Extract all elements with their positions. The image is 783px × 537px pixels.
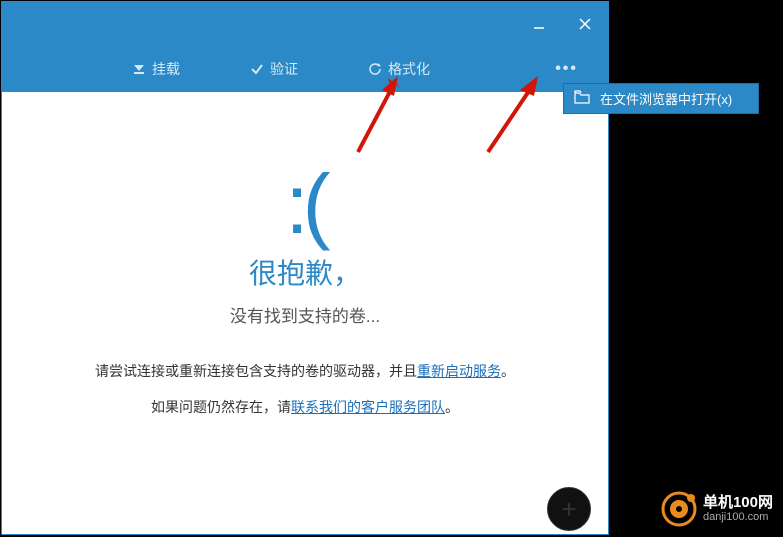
toolbar: 挂载 验证 格式化 ••• [2,46,608,92]
verify-button[interactable]: 验证 [250,59,298,79]
content-area: :( 很抱歉， 没有找到支持的卷... 请尝试连接或重新连接包含支持的卷的驱动器… [2,92,608,417]
sad-face-icon: :( [2,162,608,246]
more-dropdown-menu: 在文件浏览器中打开(x) [563,83,759,114]
verify-label: 验证 [270,59,298,79]
restart-service-link[interactable]: 重新启动服务 [417,363,501,379]
line2-prefix: 如果问题仍然存在，请 [151,399,291,415]
title-bar [2,2,608,46]
app-window: 挂载 验证 格式化 ••• :( 很抱歉， 没有找到支持的卷... 请尝试连接或… [1,1,609,535]
watermark-logo-icon [661,491,697,527]
check-icon [250,62,264,76]
help-line-1: 请尝试连接或重新连接包含支持的卷的驱动器，并且重新启动服务。 [2,361,608,381]
mount-icon [132,62,146,76]
contact-support-link[interactable]: 联系我们的客户服务团队 [291,399,445,415]
watermark-text: 单机100网 danji100.com [703,494,773,524]
minimize-button[interactable] [516,2,562,46]
line2-suffix: 。 [445,399,459,415]
close-button[interactable] [562,2,608,46]
format-button[interactable]: 格式化 [368,59,430,79]
refresh-icon [368,62,382,76]
mount-button[interactable]: 挂载 [132,59,180,79]
more-button[interactable]: ••• [555,60,578,78]
watermark: 单机100网 danji100.com [661,491,773,527]
close-icon [578,17,592,31]
folder-icon [574,90,590,107]
watermark-site: 单机100网 [703,494,773,511]
more-icon: ••• [555,60,578,78]
minimize-icon [533,18,545,30]
format-label: 格式化 [388,59,430,79]
line1-suffix: 。 [501,363,515,379]
watermark-domain: danji100.com [703,511,773,524]
help-line-2: 如果问题仍然存在，请联系我们的客户服务团队。 [2,397,608,417]
open-in-explorer-item[interactable]: 在文件浏览器中打开(x) [600,89,732,108]
sorry-heading: 很抱歉， [2,252,608,292]
mount-label: 挂载 [152,59,180,79]
plus-icon: + [561,494,576,525]
add-button[interactable]: + [547,487,591,531]
no-volume-text: 没有找到支持的卷... [2,302,608,327]
line1-prefix: 请尝试连接或重新连接包含支持的卷的驱动器，并且 [95,363,417,379]
